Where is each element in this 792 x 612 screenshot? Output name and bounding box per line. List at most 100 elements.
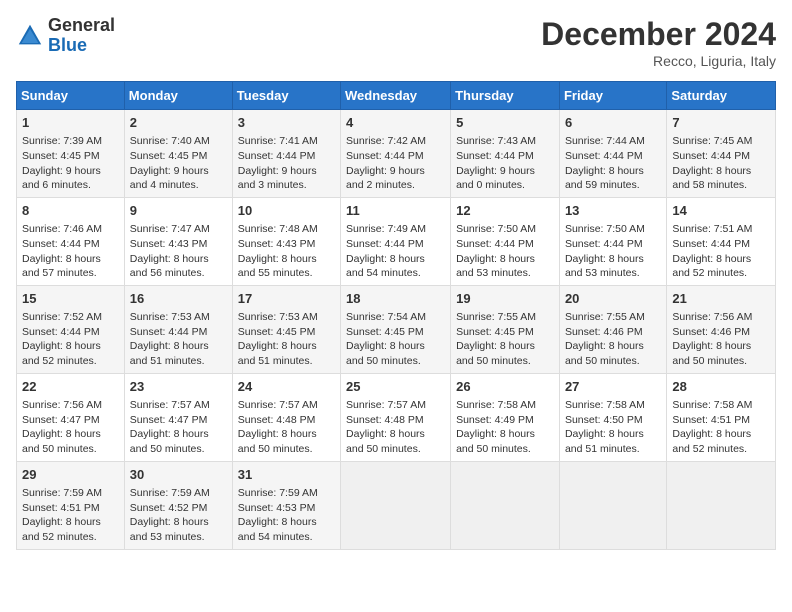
sunrise-text: Sunrise: 7:51 AM: [672, 223, 752, 235]
sunrise-text: Sunrise: 7:52 AM: [22, 311, 102, 323]
day-number: 7: [672, 114, 770, 132]
calendar-cell: 14 Sunrise: 7:51 AM Sunset: 4:44 PM Dayl…: [667, 197, 776, 285]
day-header-saturday: Saturday: [667, 82, 776, 110]
daylight-text: Daylight: 9 hours and 4 minutes.: [130, 165, 209, 192]
calendar-cell: [341, 461, 451, 549]
sunrise-text: Sunrise: 7:59 AM: [22, 487, 102, 499]
daylight-text: Daylight: 9 hours and 0 minutes.: [456, 165, 535, 192]
daylight-text: Daylight: 8 hours and 50 minutes.: [238, 428, 317, 455]
day-header-wednesday: Wednesday: [341, 82, 451, 110]
calendar-cell: 23 Sunrise: 7:57 AM Sunset: 4:47 PM Dayl…: [124, 373, 232, 461]
daylight-text: Daylight: 8 hours and 50 minutes.: [22, 428, 101, 455]
sunset-text: Sunset: 4:50 PM: [565, 414, 643, 426]
sunset-text: Sunset: 4:43 PM: [130, 238, 208, 250]
sunrise-text: Sunrise: 7:55 AM: [456, 311, 536, 323]
sunrise-text: Sunrise: 7:59 AM: [130, 487, 210, 499]
day-number: 27: [565, 378, 661, 396]
sunrise-text: Sunrise: 7:45 AM: [672, 135, 752, 147]
calendar-cell: 25 Sunrise: 7:57 AM Sunset: 4:48 PM Dayl…: [341, 373, 451, 461]
calendar-cell: 10 Sunrise: 7:48 AM Sunset: 4:43 PM Dayl…: [232, 197, 340, 285]
sunset-text: Sunset: 4:44 PM: [672, 238, 750, 250]
calendar-cell: 12 Sunrise: 7:50 AM Sunset: 4:44 PM Dayl…: [451, 197, 560, 285]
day-number: 3: [238, 114, 335, 132]
sunset-text: Sunset: 4:45 PM: [238, 326, 316, 338]
sunset-text: Sunset: 4:45 PM: [346, 326, 424, 338]
daylight-text: Daylight: 8 hours and 50 minutes.: [456, 340, 535, 367]
sunset-text: Sunset: 4:43 PM: [238, 238, 316, 250]
calendar-cell: 2 Sunrise: 7:40 AM Sunset: 4:45 PM Dayli…: [124, 110, 232, 198]
daylight-text: Daylight: 8 hours and 50 minutes.: [346, 340, 425, 367]
day-number: 13: [565, 202, 661, 220]
sunrise-text: Sunrise: 7:43 AM: [456, 135, 536, 147]
daylight-text: Daylight: 8 hours and 53 minutes.: [456, 253, 535, 280]
sunset-text: Sunset: 4:44 PM: [346, 238, 424, 250]
daylight-text: Daylight: 8 hours and 52 minutes.: [672, 253, 751, 280]
calendar-cell: 4 Sunrise: 7:42 AM Sunset: 4:44 PM Dayli…: [341, 110, 451, 198]
calendar-cell: 6 Sunrise: 7:44 AM Sunset: 4:44 PM Dayli…: [559, 110, 666, 198]
daylight-text: Daylight: 8 hours and 53 minutes.: [565, 253, 644, 280]
sunset-text: Sunset: 4:44 PM: [22, 238, 100, 250]
day-number: 9: [130, 202, 227, 220]
calendar-cell: 5 Sunrise: 7:43 AM Sunset: 4:44 PM Dayli…: [451, 110, 560, 198]
sunrise-text: Sunrise: 7:57 AM: [346, 399, 426, 411]
sunrise-text: Sunrise: 7:58 AM: [565, 399, 645, 411]
sunset-text: Sunset: 4:44 PM: [346, 150, 424, 162]
calendar-cell: 16 Sunrise: 7:53 AM Sunset: 4:44 PM Dayl…: [124, 285, 232, 373]
day-number: 18: [346, 290, 445, 308]
sunrise-text: Sunrise: 7:53 AM: [130, 311, 210, 323]
sunset-text: Sunset: 4:49 PM: [456, 414, 534, 426]
daylight-text: Daylight: 8 hours and 50 minutes.: [130, 428, 209, 455]
sunrise-text: Sunrise: 7:53 AM: [238, 311, 318, 323]
day-number: 14: [672, 202, 770, 220]
logo-icon: [16, 22, 44, 50]
location: Recco, Liguria, Italy: [541, 53, 776, 69]
calendar-cell: 30 Sunrise: 7:59 AM Sunset: 4:52 PM Dayl…: [124, 461, 232, 549]
calendar-cell: 29 Sunrise: 7:59 AM Sunset: 4:51 PM Dayl…: [17, 461, 125, 549]
sunset-text: Sunset: 4:45 PM: [456, 326, 534, 338]
calendar-week-row: 29 Sunrise: 7:59 AM Sunset: 4:51 PM Dayl…: [17, 461, 776, 549]
sunset-text: Sunset: 4:48 PM: [346, 414, 424, 426]
daylight-text: Daylight: 8 hours and 50 minutes.: [346, 428, 425, 455]
calendar-cell: 28 Sunrise: 7:58 AM Sunset: 4:51 PM Dayl…: [667, 373, 776, 461]
sunset-text: Sunset: 4:51 PM: [672, 414, 750, 426]
day-number: 12: [456, 202, 554, 220]
daylight-text: Daylight: 8 hours and 55 minutes.: [238, 253, 317, 280]
daylight-text: Daylight: 8 hours and 52 minutes.: [22, 516, 101, 543]
day-number: 2: [130, 114, 227, 132]
logo-blue: Blue: [48, 35, 87, 55]
daylight-text: Daylight: 8 hours and 59 minutes.: [565, 165, 644, 192]
day-number: 26: [456, 378, 554, 396]
day-header-tuesday: Tuesday: [232, 82, 340, 110]
daylight-text: Daylight: 9 hours and 2 minutes.: [346, 165, 425, 192]
calendar-cell: [451, 461, 560, 549]
day-number: 4: [346, 114, 445, 132]
calendar-cell: 7 Sunrise: 7:45 AM Sunset: 4:44 PM Dayli…: [667, 110, 776, 198]
day-number: 17: [238, 290, 335, 308]
daylight-text: Daylight: 8 hours and 50 minutes.: [456, 428, 535, 455]
sunset-text: Sunset: 4:51 PM: [22, 502, 100, 514]
calendar-cell: 31 Sunrise: 7:59 AM Sunset: 4:53 PM Dayl…: [232, 461, 340, 549]
day-number: 29: [22, 466, 119, 484]
sunrise-text: Sunrise: 7:41 AM: [238, 135, 318, 147]
sunrise-text: Sunrise: 7:49 AM: [346, 223, 426, 235]
daylight-text: Daylight: 9 hours and 3 minutes.: [238, 165, 317, 192]
calendar-cell: 24 Sunrise: 7:57 AM Sunset: 4:48 PM Dayl…: [232, 373, 340, 461]
sunset-text: Sunset: 4:46 PM: [672, 326, 750, 338]
calendar-cell: 18 Sunrise: 7:54 AM Sunset: 4:45 PM Dayl…: [341, 285, 451, 373]
day-number: 16: [130, 290, 227, 308]
sunrise-text: Sunrise: 7:40 AM: [130, 135, 210, 147]
day-number: 6: [565, 114, 661, 132]
sunrise-text: Sunrise: 7:50 AM: [565, 223, 645, 235]
daylight-text: Daylight: 9 hours and 6 minutes.: [22, 165, 101, 192]
day-number: 15: [22, 290, 119, 308]
day-number: 28: [672, 378, 770, 396]
calendar-cell: 1 Sunrise: 7:39 AM Sunset: 4:45 PM Dayli…: [17, 110, 125, 198]
page-header: General Blue December 2024 Recco, Liguri…: [16, 16, 776, 69]
sunrise-text: Sunrise: 7:57 AM: [130, 399, 210, 411]
sunrise-text: Sunrise: 7:39 AM: [22, 135, 102, 147]
calendar-week-row: 8 Sunrise: 7:46 AM Sunset: 4:44 PM Dayli…: [17, 197, 776, 285]
sunrise-text: Sunrise: 7:59 AM: [238, 487, 318, 499]
calendar-cell: 17 Sunrise: 7:53 AM Sunset: 4:45 PM Dayl…: [232, 285, 340, 373]
sunrise-text: Sunrise: 7:48 AM: [238, 223, 318, 235]
sunset-text: Sunset: 4:47 PM: [22, 414, 100, 426]
